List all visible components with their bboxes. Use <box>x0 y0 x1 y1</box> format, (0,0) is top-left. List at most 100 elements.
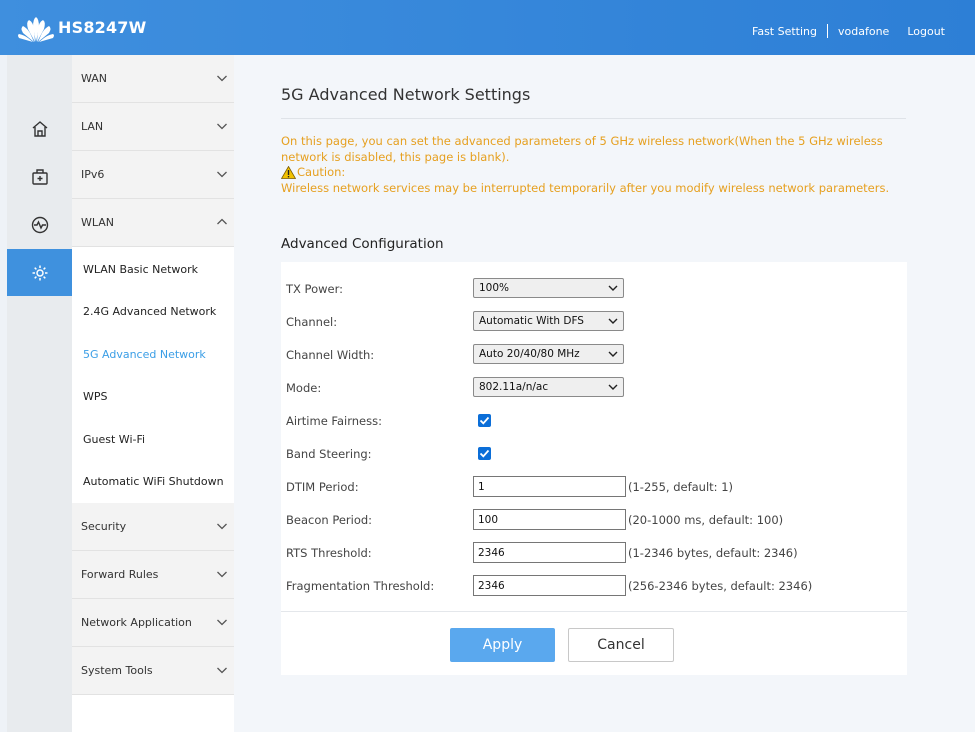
top-nav: Fast Setting vodafone Logout <box>752 24 945 38</box>
chevron-down-icon <box>608 384 618 390</box>
chevron-down-icon <box>608 318 618 324</box>
top-header: HS8247W Fast Setting vodafone Logout <box>0 0 975 55</box>
mode-select[interactable]: 802.11a/n/ac <box>473 377 624 397</box>
airtime-fairness-label: Airtime Fairness: <box>286 414 382 428</box>
airtime-fairness-row: Airtime Fairness: <box>281 411 907 444</box>
menu-wlan-basic[interactable]: WLAN Basic Network <box>72 248 234 290</box>
menu-ipv6[interactable]: IPv6 <box>72 151 234 199</box>
fragmentation-threshold-input[interactable]: 2346 <box>473 575 626 596</box>
menu-5g-advanced[interactable]: 5G Advanced Network <box>72 333 234 375</box>
menu-wlan-label: WLAN <box>81 216 115 229</box>
menu-wan-label: WAN <box>81 72 108 85</box>
advanced-config-form: TX Power: 100% Channel: Automatic With D… <box>281 262 907 675</box>
mode-value: 802.11a/n/ac <box>479 381 549 393</box>
airtime-fairness-checkbox[interactable] <box>478 414 491 427</box>
menu-security[interactable]: Security <box>72 503 234 551</box>
menu-item-label: 5G Advanced Network <box>83 348 206 361</box>
menu-lan-label: LAN <box>81 120 104 133</box>
menu-network-application[interactable]: Network Application <box>72 599 234 647</box>
rail-home[interactable] <box>7 105 72 152</box>
chevron-down-icon <box>608 351 618 357</box>
beacon-period-label: Beacon Period: <box>286 513 373 527</box>
band-steering-row: Band Steering: <box>281 444 907 477</box>
user-link[interactable]: vodafone <box>838 25 889 38</box>
section-title: Advanced Configuration <box>281 236 444 252</box>
menu-lan[interactable]: LAN <box>72 103 234 151</box>
caution-text: Wireless network services may be interru… <box>281 180 890 195</box>
channel-width-row: Channel Width: Auto 20/40/80 MHz <box>281 344 907 377</box>
checkmark-icon <box>479 416 490 425</box>
menu-guest-wifi[interactable]: Guest Wi-Fi <box>72 418 234 460</box>
tx-power-value: 100% <box>479 282 510 294</box>
menu-wlan[interactable]: WLAN <box>72 199 234 247</box>
dtim-period-hint: (1-255, default: 1) <box>628 480 734 494</box>
channel-width-select[interactable]: Auto 20/40/80 MHz <box>473 344 624 364</box>
chevron-down-icon <box>217 571 227 578</box>
menu-item-label: Automatic WiFi Shutdown <box>83 475 224 488</box>
menu-item-label: Guest Wi-Fi <box>83 433 146 446</box>
rts-threshold-label: RTS Threshold: <box>286 546 372 560</box>
tx-power-select[interactable]: 100% <box>473 278 624 298</box>
main-content: 5G Advanced Network Settings On this pag… <box>234 55 975 732</box>
menu-ipv6-label: IPv6 <box>81 168 105 181</box>
dtim-period-label: DTIM Period: <box>286 480 359 494</box>
mode-row: Mode: 802.11a/n/ac <box>281 377 907 410</box>
apply-button[interactable]: Apply <box>450 628 555 662</box>
fragmentation-threshold-hint: (256-2346 bytes, default: 2346) <box>628 579 813 593</box>
menu-wan[interactable]: WAN <box>72 55 234 103</box>
tx-power-row: TX Power: 100% <box>281 278 907 311</box>
fragmentation-threshold-label: Fragmentation Threshold: <box>286 579 435 593</box>
channel-value: Automatic With DFS <box>479 315 584 327</box>
channel-width-value: Auto 20/40/80 MHz <box>479 348 580 360</box>
menu-auto-wifi-shutdown[interactable]: Automatic WiFi Shutdown <box>72 460 234 502</box>
side-menu: WAN LAN IPv6 WLAN WLAN Basic Network 2.4… <box>72 55 234 732</box>
checkmark-icon <box>479 449 490 458</box>
menu-forward-rules-label: Forward Rules <box>81 568 159 581</box>
menu-item-label: 2.4G Advanced Network <box>83 305 217 318</box>
beacon-period-input[interactable]: 100 <box>473 509 626 530</box>
menu-item-label: WPS <box>83 390 108 403</box>
caution-row: Caution: <box>281 165 911 181</box>
rts-threshold-row: RTS Threshold: 2346 (1-2346 bytes, defau… <box>281 542 907 575</box>
menu-security-label: Security <box>81 520 127 533</box>
rail-diagnose[interactable] <box>7 201 72 248</box>
description-text: On this page, you can set the advanced p… <box>281 134 883 164</box>
logout-link[interactable]: Logout <box>907 25 945 38</box>
dtim-period-row: DTIM Period: 1 (1-255, default: 1) <box>281 476 907 509</box>
channel-width-label: Channel Width: <box>286 348 375 362</box>
caution-label: Caution: <box>297 165 346 179</box>
menu-forward-rules[interactable]: Forward Rules <box>72 551 234 599</box>
rail-devices[interactable] <box>7 153 72 200</box>
menu-network-application-label: Network Application <box>81 616 192 629</box>
menu-24g-advanced[interactable]: 2.4G Advanced Network <box>72 290 234 332</box>
channel-label: Channel: <box>286 315 338 329</box>
beacon-period-row: Beacon Period: 100 (20-1000 ms, default:… <box>281 509 907 542</box>
chevron-down-icon <box>217 75 227 82</box>
rts-threshold-input[interactable]: 2346 <box>473 542 626 563</box>
menu-system-tools[interactable]: System Tools <box>72 647 234 695</box>
menu-wps[interactable]: WPS <box>72 375 234 417</box>
band-steering-label: Band Steering: <box>286 447 372 461</box>
add-device-icon <box>31 168 48 185</box>
chevron-down-icon <box>217 523 227 530</box>
page-description: On this page, you can set the advanced p… <box>281 134 911 196</box>
chevron-up-icon <box>217 218 227 225</box>
beacon-period-hint: (20-1000 ms, default: 100) <box>628 513 784 527</box>
menu-item-label: WLAN Basic Network <box>83 263 199 276</box>
band-steering-checkbox[interactable] <box>478 447 491 460</box>
icon-rail <box>7 55 80 732</box>
home-icon <box>32 120 47 137</box>
device-model: HS8247W <box>58 18 147 37</box>
channel-select[interactable]: Automatic With DFS <box>473 311 624 331</box>
channel-row: Channel: Automatic With DFS <box>281 311 907 344</box>
fast-setting-link[interactable]: Fast Setting <box>752 25 817 38</box>
gear-icon <box>32 265 47 280</box>
cancel-button[interactable]: Cancel <box>568 628 674 662</box>
chevron-down-icon <box>217 123 227 130</box>
chevron-down-icon <box>217 171 227 178</box>
chevron-down-icon <box>608 285 618 291</box>
nav-divider <box>827 24 829 38</box>
rail-settings[interactable] <box>7 249 80 296</box>
divider <box>281 611 907 612</box>
dtim-period-input[interactable]: 1 <box>473 476 626 497</box>
